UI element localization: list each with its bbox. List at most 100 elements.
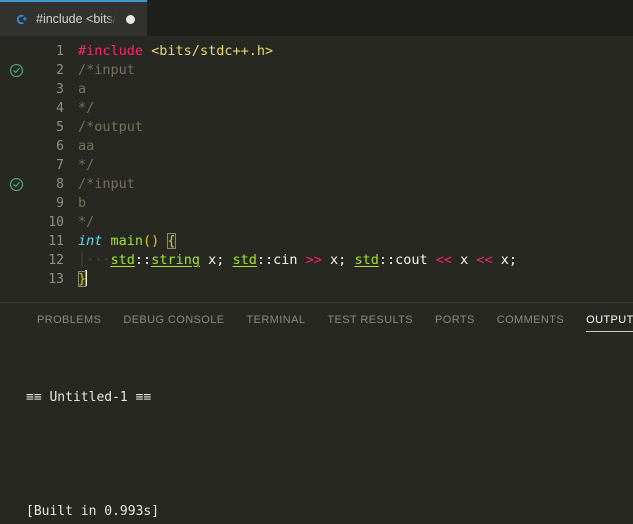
code-line: 1 #include <bits/stdc++.h> xyxy=(0,42,633,61)
line-number: 4 xyxy=(56,101,64,116)
code-line: 12 │···std::string x; std::cin >> x; std… xyxy=(0,251,633,270)
code-line: 10 */ xyxy=(0,213,633,232)
panel-tab-test-results[interactable]: TEST RESULTS xyxy=(316,303,424,338)
code-line: 2 /*input xyxy=(0,61,633,80)
code-content: /*input xyxy=(78,62,135,78)
panel-tab-debug-console[interactable]: DEBUG CONSOLE xyxy=(112,303,235,338)
code-content: /*input xyxy=(78,176,135,192)
token-type-string: string xyxy=(151,252,200,268)
gutter-decoration xyxy=(0,137,32,156)
panel-tab-output[interactable]: OUTPUT xyxy=(575,303,633,338)
token-scope-op: :: xyxy=(134,252,152,268)
line-number: 5 xyxy=(56,120,64,135)
check-circle-icon xyxy=(9,177,23,192)
line-number: 12 xyxy=(48,253,64,268)
line-number: 7 xyxy=(56,158,64,173)
code-line: 4 */ xyxy=(0,99,633,118)
token-insert-op: << xyxy=(476,252,493,268)
gutter-decoration xyxy=(0,80,32,99)
line-number: 13 xyxy=(48,272,64,287)
panel-tab-ports[interactable]: PORTS xyxy=(424,303,486,338)
line-number: 8 xyxy=(56,177,64,192)
code-content: */ xyxy=(78,214,95,230)
code-line: 8 /*input xyxy=(0,175,633,194)
code-line: 9 b xyxy=(0,194,633,213)
code-line: 6 aa xyxy=(0,137,633,156)
gutter-decoration xyxy=(0,156,32,175)
code-line: 3 a xyxy=(0,80,633,99)
code-line: 11 int main() { xyxy=(0,232,633,251)
gutter-decoration xyxy=(0,213,32,232)
code-content: int main() { xyxy=(66,232,176,251)
output-header: ≡≡ Untitled-1 ≡≡ xyxy=(26,390,152,405)
line-number: 2 xyxy=(56,63,64,78)
panel-tab-label: TEST RESULTS xyxy=(327,314,414,326)
code-editor[interactable]: 1 #include <bits/stdc++.h> 2 /*input 3 a… xyxy=(0,36,633,302)
output-line: [Built in 0.993s] xyxy=(26,504,160,519)
token-scope-op: :: xyxy=(256,252,274,268)
code-line: 5 /*output xyxy=(0,118,633,137)
line-number: 11 xyxy=(48,234,64,249)
line-number: 9 xyxy=(56,196,64,211)
token-var-x: x; xyxy=(492,252,518,268)
output-console[interactable]: ≡≡ Untitled-1 ≡≡ [Built in 0.993s] aa Ou… xyxy=(0,338,633,524)
token-namespace-std: std xyxy=(232,252,257,268)
code-content: aa xyxy=(78,138,95,154)
code-line: 13 } xyxy=(0,270,633,289)
code-content: a xyxy=(78,81,87,97)
token-scope-op: :: xyxy=(378,252,396,268)
gutter-decoration[interactable] xyxy=(0,175,32,194)
panel-tab-bar: PROBLEMS DEBUG CONSOLE TERMINAL TEST RES… xyxy=(0,303,633,338)
code-line: 7 */ xyxy=(0,156,633,175)
gutter-decoration xyxy=(0,42,32,61)
code-content: /*output xyxy=(78,119,144,135)
indent-guide: │ xyxy=(78,252,87,268)
code-content: #include <bits/stdc++.h> xyxy=(66,42,273,61)
token-directive: #include xyxy=(78,43,144,59)
token-function-main: main xyxy=(102,233,144,249)
token-parens: () xyxy=(143,233,168,249)
vscode-window: #include <bits/ 1 #include <bits/stdc++.… xyxy=(0,0,633,524)
gutter-decoration xyxy=(0,194,32,213)
panel-tab-label: PORTS xyxy=(435,314,475,326)
gutter-decoration xyxy=(0,251,32,270)
panel-tab-label: DEBUG CONSOLE xyxy=(123,314,225,326)
panel-tab-comments[interactable]: COMMENTS xyxy=(486,303,575,338)
line-number: 3 xyxy=(56,82,64,97)
code-content: │···std::string x; std::cin >> x; std::c… xyxy=(66,251,517,270)
bottom-panel: PROBLEMS DEBUG CONSOLE TERMINAL TEST RES… xyxy=(0,302,633,524)
gutter-decoration xyxy=(0,270,32,289)
token-cin: cin xyxy=(273,252,306,268)
panel-tab-label: COMMENTS xyxy=(496,314,565,326)
panel-tab-label: TERMINAL xyxy=(246,314,306,326)
token-var-x: x; xyxy=(321,252,355,268)
editor-tab-bar: #include <bits/ xyxy=(0,0,633,36)
line-number: 10 xyxy=(48,215,64,230)
editor-tab-active[interactable]: #include <bits/ xyxy=(0,0,148,36)
token-insert-op: << xyxy=(435,252,452,268)
token-namespace-std: std xyxy=(354,252,379,268)
token-namespace-std: std xyxy=(110,252,135,268)
unsaved-dot-icon[interactable] xyxy=(126,14,136,24)
gutter-decoration xyxy=(0,232,32,251)
token-open-brace: { xyxy=(167,233,176,249)
gutter-decoration[interactable] xyxy=(0,61,32,80)
panel-tab-label: PROBLEMS xyxy=(37,314,102,326)
token-extract-op: >> xyxy=(305,252,322,268)
line-number: 1 xyxy=(56,44,64,59)
gutter-decoration xyxy=(0,99,32,118)
line-number: 6 xyxy=(56,139,64,154)
code-content: } xyxy=(66,270,88,289)
token-var-x: x xyxy=(452,252,477,268)
code-content: b xyxy=(78,195,87,211)
token-type-int: int xyxy=(78,233,103,249)
panel-tab-terminal[interactable]: TERMINAL xyxy=(236,303,317,338)
editor-tab-label: #include <bits/ xyxy=(36,12,117,26)
gutter-decoration xyxy=(0,118,32,137)
cpp-file-icon xyxy=(14,12,29,27)
panel-tab-problems[interactable]: PROBLEMS xyxy=(26,303,112,338)
code-content: */ xyxy=(78,100,95,116)
check-circle-icon xyxy=(9,63,23,78)
whitespace-dots: ··· xyxy=(86,252,111,268)
